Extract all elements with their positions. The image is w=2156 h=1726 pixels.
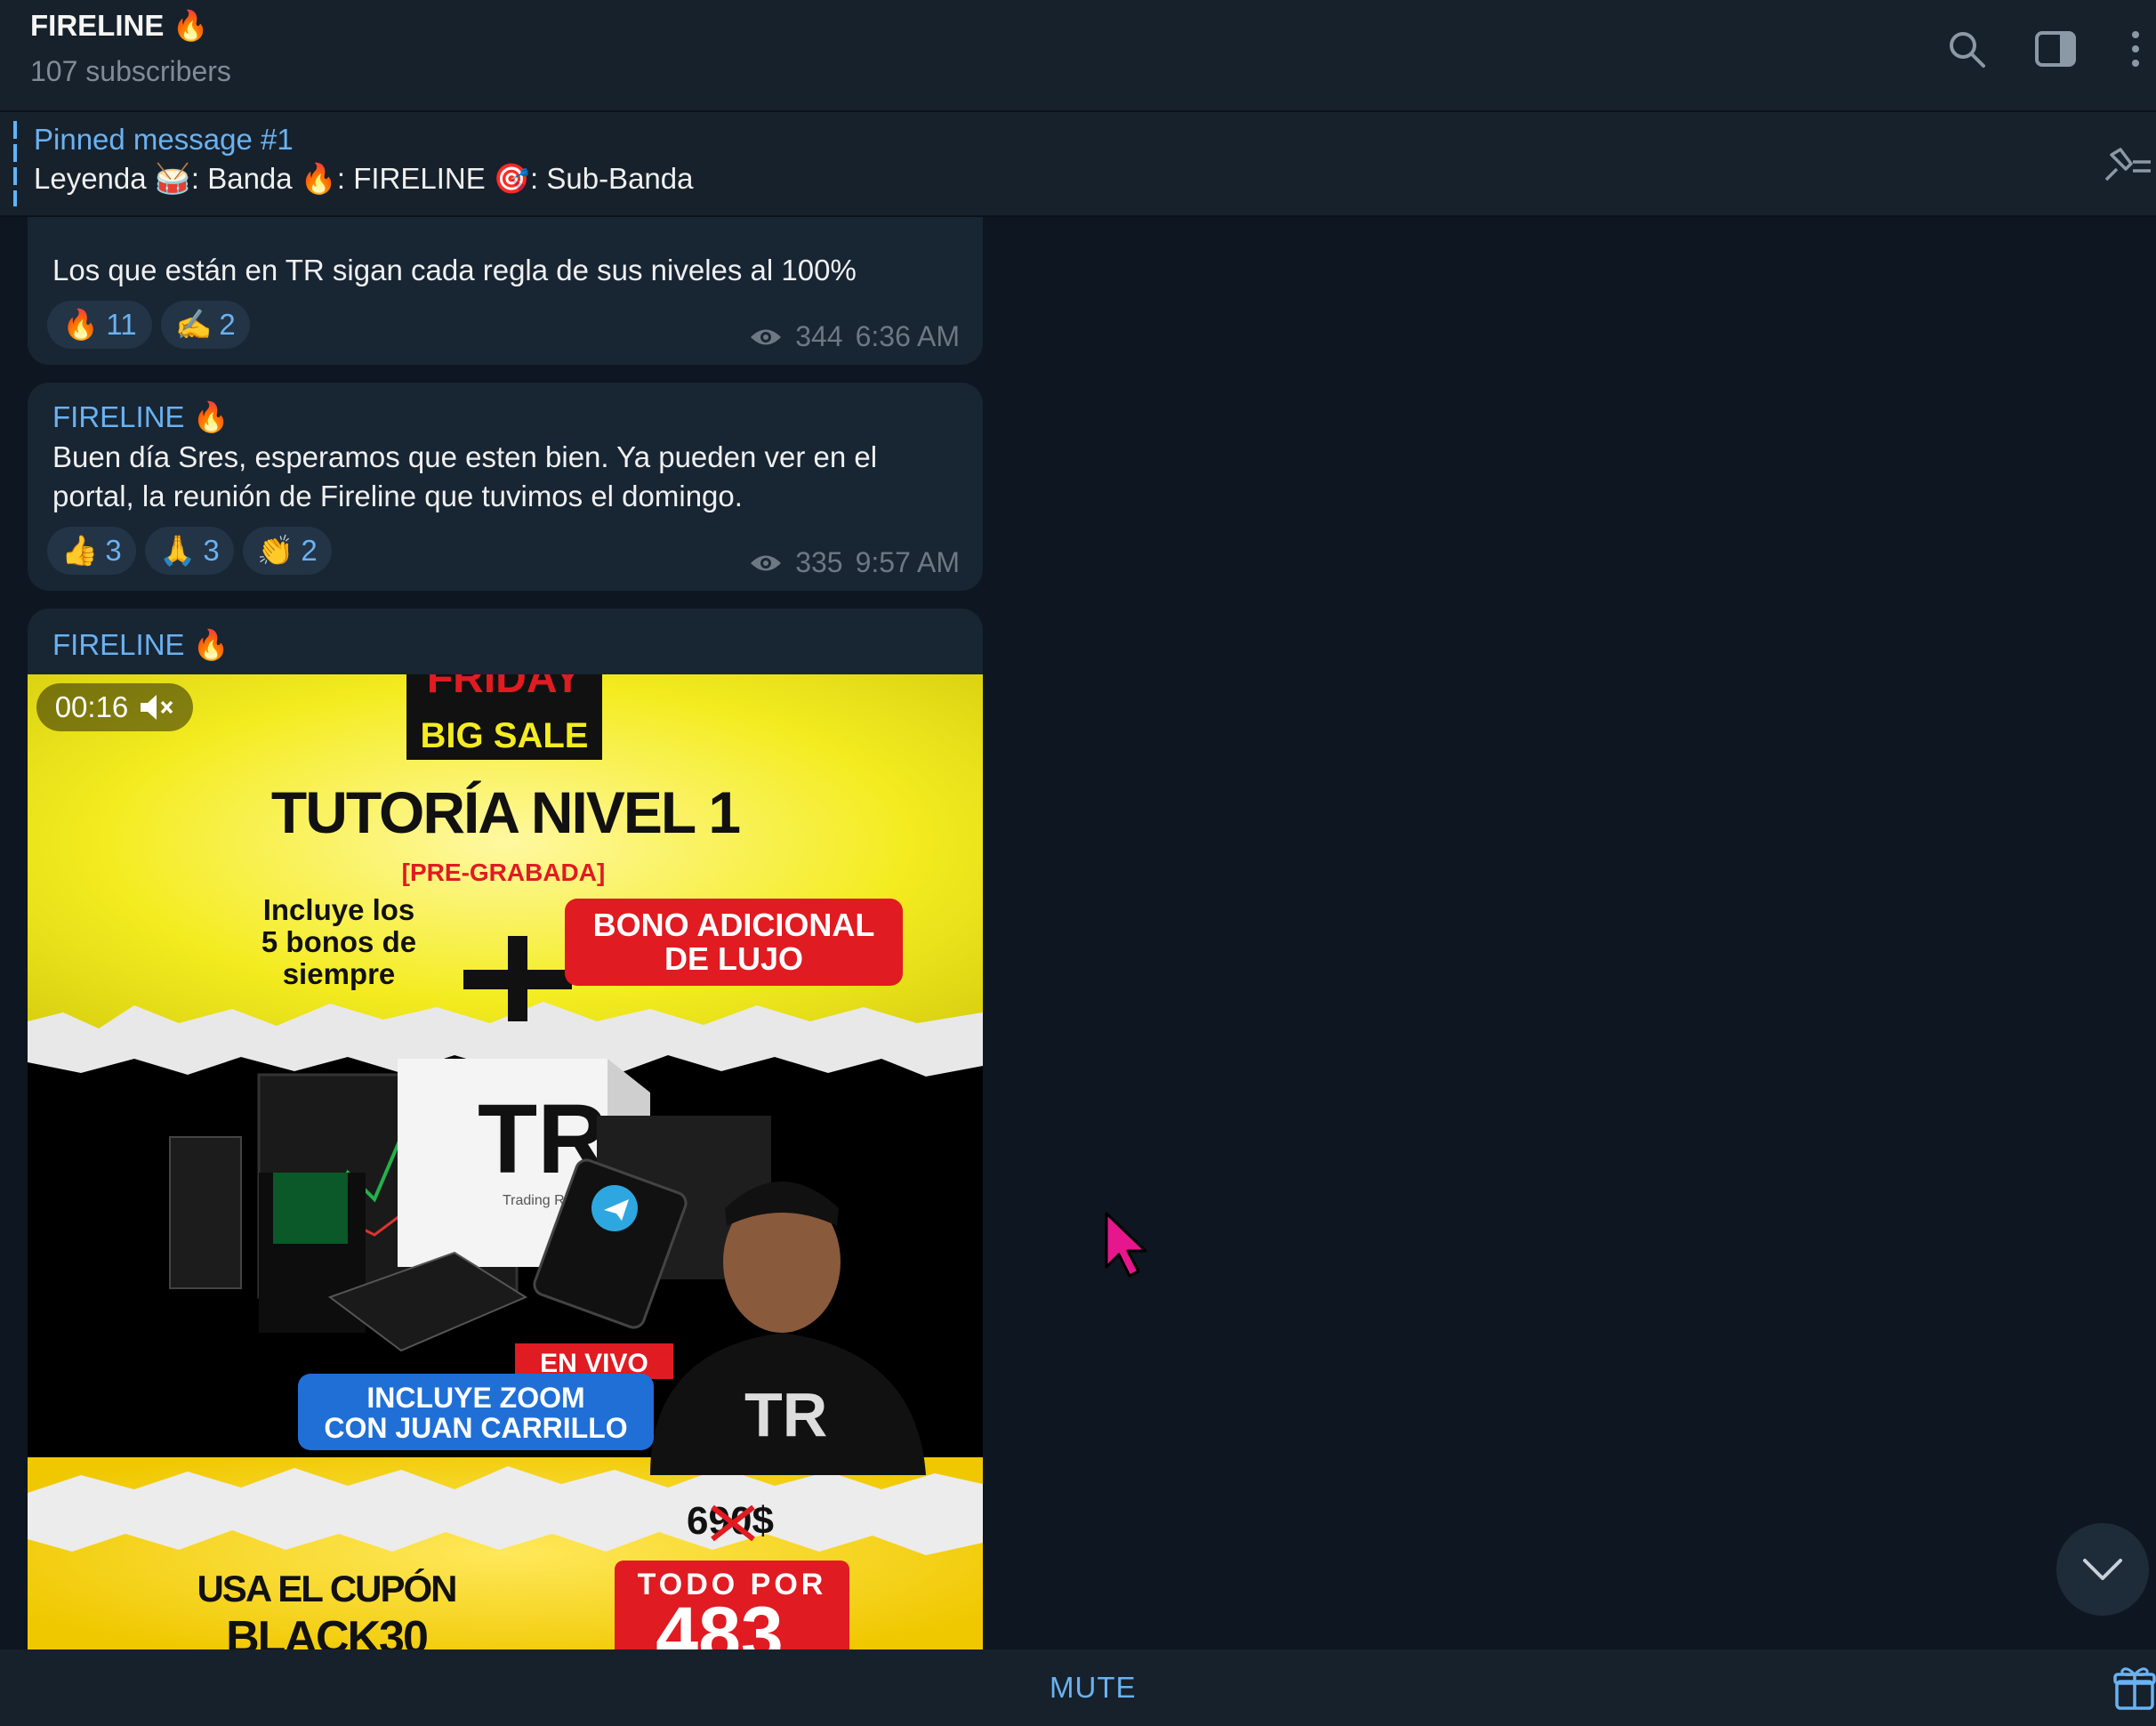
search-icon[interactable] — [1944, 25, 1989, 73]
includes-line: siempre — [283, 957, 396, 990]
bonus-line: BONO ADICIONAL — [593, 907, 875, 943]
reaction-emoji: ✍️ — [175, 307, 213, 341]
reaction-count: 3 — [105, 534, 122, 567]
pinned-message-bar[interactable]: Pinned message #1 Leyenda 🥁: Banda 🔥: FI… — [0, 112, 2156, 217]
zoom-line: CON JUAN CARRILLO — [324, 1412, 627, 1444]
banner-sale: BIG SALE — [421, 716, 589, 755]
gift-icon[interactable] — [2113, 1666, 2156, 1714]
coupon-code: BLACK30 — [226, 1612, 427, 1649]
view-count: 344 — [795, 320, 843, 352]
message-bubble[interactable]: Los que están en TR sigan cada regla de … — [28, 217, 983, 365]
reaction-thumbs-up[interactable]: 👍 3 — [47, 527, 136, 575]
message-sender[interactable]: FIRELINE 🔥 — [52, 628, 229, 663]
reaction-emoji: 👏 — [257, 533, 294, 567]
includes-line: Incluye los — [263, 893, 415, 926]
video-tag: [PRE-GRABADA] — [402, 859, 606, 886]
pinned-indicator — [13, 121, 17, 206]
views-eye-icon — [751, 555, 782, 570]
scroll-to-bottom-button[interactable] — [2056, 1523, 2149, 1616]
reaction-fire[interactable]: 🔥 11 — [47, 301, 152, 349]
muted-speaker-icon[interactable] — [139, 692, 174, 722]
video-frame: TR Trading Room TR FRIDAY BIG SALE TUTOR… — [28, 674, 983, 1649]
message-meta: 344 6:36 AM — [749, 320, 960, 353]
reaction-clap[interactable]: 👏 2 — [243, 527, 332, 575]
channel-title[interactable]: FIRELINE 🔥 — [30, 9, 209, 44]
reaction-count: 2 — [219, 308, 236, 341]
reaction-count: 11 — [106, 308, 137, 341]
bonus-line: DE LUJO — [664, 940, 803, 977]
reaction-emoji: 🔥 — [62, 307, 100, 341]
chat-header[interactable]: FIRELINE 🔥 107 subscribers — [0, 0, 2156, 112]
pinned-text: Leyenda 🥁: Banda 🔥: FIRELINE 🎯: Sub-Band… — [34, 162, 694, 195]
reaction-emoji: 🙏 — [159, 533, 197, 567]
message-text: Los que están en TR sigan cada regla de … — [52, 254, 857, 286]
video-heading: TUTORÍA NIVEL 1 — [271, 779, 739, 845]
sidebar-toggle-icon[interactable] — [2033, 25, 2078, 73]
chevron-down-icon — [2083, 1559, 2122, 1580]
video-message[interactable]: TR Trading Room TR FRIDAY BIG SALE TUTOR… — [28, 674, 983, 1649]
mute-button[interactable]: MUTE — [1050, 1671, 1137, 1705]
message-sender[interactable]: FIRELINE 🔥 — [52, 400, 229, 435]
reaction-pray[interactable]: 🙏 3 — [145, 527, 234, 575]
new-price: 483 — [656, 1592, 784, 1649]
svg-text:TR: TR — [744, 1380, 827, 1449]
more-menu-icon[interactable] — [2113, 25, 2156, 73]
message-text-line: portal, la reunión de Fireline que tuvim… — [52, 480, 743, 512]
banner-friday: FRIDAY — [427, 674, 582, 702]
message-time: 9:57 AM — [855, 546, 960, 578]
coupon-line: USA EL CUPÓN — [197, 1567, 455, 1609]
reaction-count: 3 — [203, 534, 220, 567]
video-duration-badge[interactable]: 00:16 — [36, 683, 193, 731]
reaction-count: 2 — [301, 534, 318, 567]
zoom-line: INCLUYE ZOOM — [366, 1382, 584, 1414]
message-meta: 335 9:57 AM — [749, 546, 960, 579]
includes-line: 5 bonos de — [261, 925, 416, 958]
video-duration: 00:16 — [54, 690, 129, 723]
pinned-title: Pinned message #1 — [34, 123, 294, 156]
bottom-bar: MUTE — [0, 1649, 2156, 1726]
mouse-cursor-icon — [1103, 1212, 1153, 1284]
reaction-writing[interactable]: ✍️ 2 — [161, 301, 250, 349]
pin-list-icon[interactable] — [2099, 142, 2152, 187]
reaction-emoji: 👍 — [61, 533, 99, 567]
message-text-line: Buen día Sres, esperamos que esten bien.… — [52, 440, 878, 473]
views-eye-icon — [751, 329, 782, 344]
message-bubble[interactable]: FIRELINE 🔥 Buen día Sres, esperamos que … — [28, 383, 983, 591]
subscriber-count: 107 subscribers — [30, 55, 231, 87]
view-count: 335 — [795, 546, 843, 578]
message-time: 6:36 AM — [855, 320, 960, 352]
